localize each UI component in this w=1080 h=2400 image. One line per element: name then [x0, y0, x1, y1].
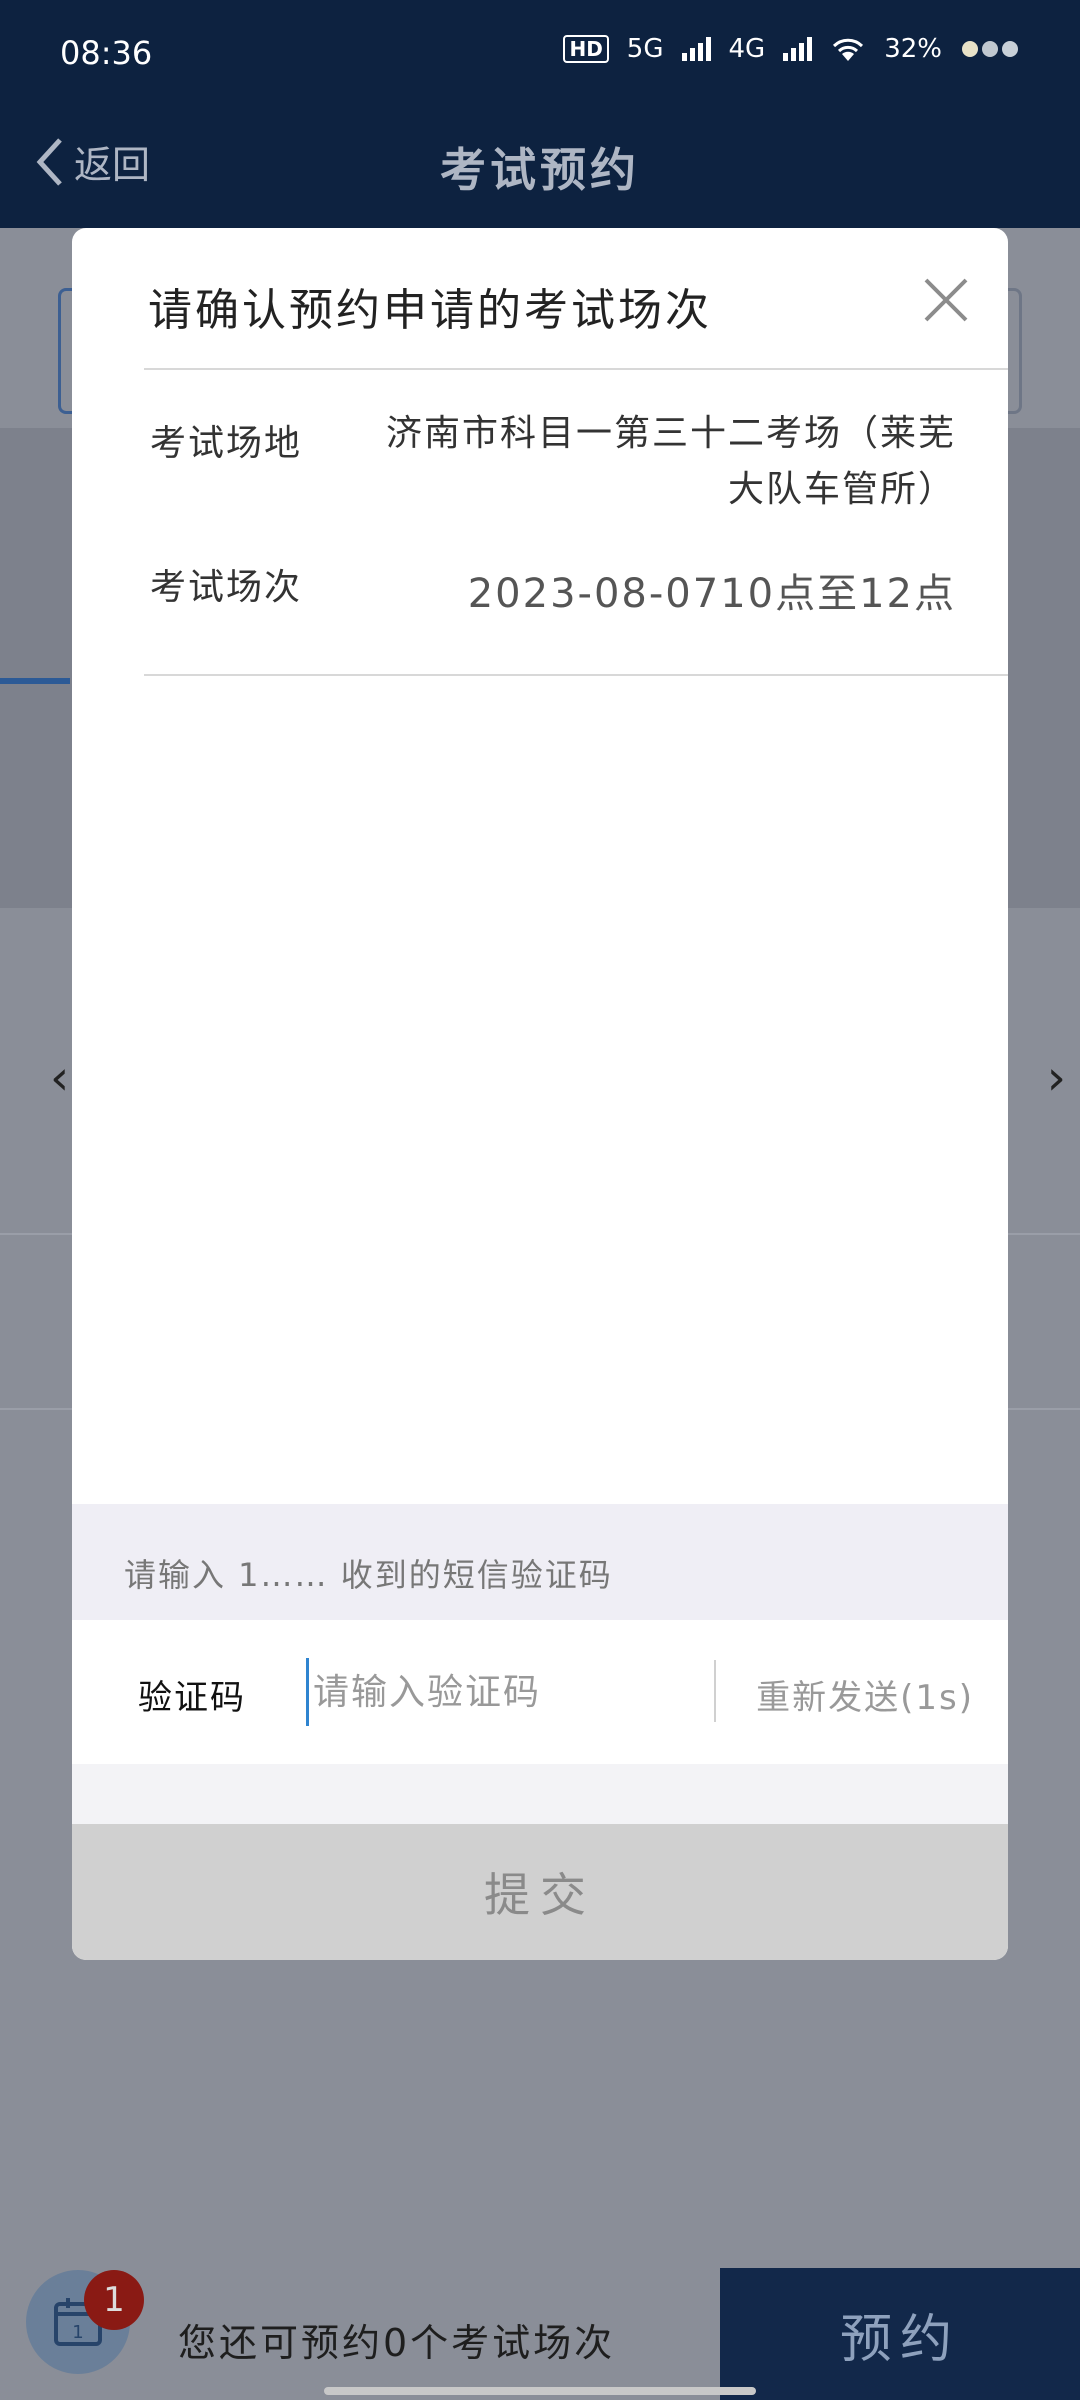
next-arrow-icon[interactable]: › [1047, 1050, 1066, 1106]
resend-button[interactable]: 重新发送(1s) [756, 1670, 974, 1719]
code-label: 验证码 [138, 1678, 246, 1718]
nav-bar: 返回 考试预约 [0, 110, 1080, 228]
hd-badge: HD [563, 35, 609, 63]
spacer [72, 1764, 1008, 1824]
status-bar: 08:36 HD 5G 4G 32% [0, 0, 1080, 110]
signal-4g-icon [783, 37, 813, 61]
sms-hint-bar: 请输入 1…… 收到的短信验证码 [72, 1504, 1008, 1620]
sms-hint-text: 请输入 1…… 收到的短信验证码 [124, 1556, 613, 1594]
bottom-bar: 1 1 您还可预约0个考试场次 预约 [0, 2268, 1080, 2400]
page-title: 考试预约 [440, 143, 640, 197]
badge-count: 1 [84, 2270, 144, 2330]
status-time: 08:36 [60, 34, 153, 72]
prev-arrow-icon[interactable]: ‹ [50, 1050, 69, 1106]
divider [144, 368, 1008, 370]
session-label: 考试场次 [150, 567, 303, 608]
reserve-button[interactable]: 预约 [720, 2268, 1080, 2400]
network-5g-label: 5G [626, 34, 664, 64]
wifi-icon [833, 38, 864, 61]
notification-icons [962, 41, 1018, 57]
battery-percent: 32% [884, 34, 942, 64]
close-icon[interactable] [918, 272, 974, 328]
calendar-day: 1 [72, 2322, 83, 2343]
signal-5g-icon [681, 37, 711, 61]
network-4g-label: 4G [728, 34, 766, 64]
vertical-divider [714, 1660, 716, 1722]
confirm-dialog: 请确认预约申请的考试场次 考试场地 济南市科目一第三十二考场（莱芜 大队车管所）… [72, 228, 1008, 1960]
submit-button[interactable]: 提交 [72, 1824, 1008, 1960]
home-indicator[interactable] [324, 2387, 756, 2395]
remaining-hint: 您还可预约0个考试场次 [178, 2321, 616, 2365]
venue-line-2: 大队车管所） [727, 469, 956, 510]
background-tab-indicator [0, 678, 70, 684]
venue-line-1: 济南市科目一第三十二考场（莱芜 [385, 413, 956, 454]
dialog-title: 请确认预约申请的考试场次 [148, 285, 712, 336]
verification-code-input[interactable] [306, 1658, 763, 1726]
divider [144, 674, 1008, 676]
status-icons: HD 5G 4G 32% [563, 34, 1020, 64]
venue-label: 考试场地 [150, 423, 303, 464]
venue-value: 济南市科目一第三十二考场（莱芜 大队车管所） [386, 406, 956, 518]
verification-code-row: 验证码 重新发送(1s) [72, 1620, 1008, 1764]
session-value: 2023-08-0710点至12点 [467, 571, 956, 617]
